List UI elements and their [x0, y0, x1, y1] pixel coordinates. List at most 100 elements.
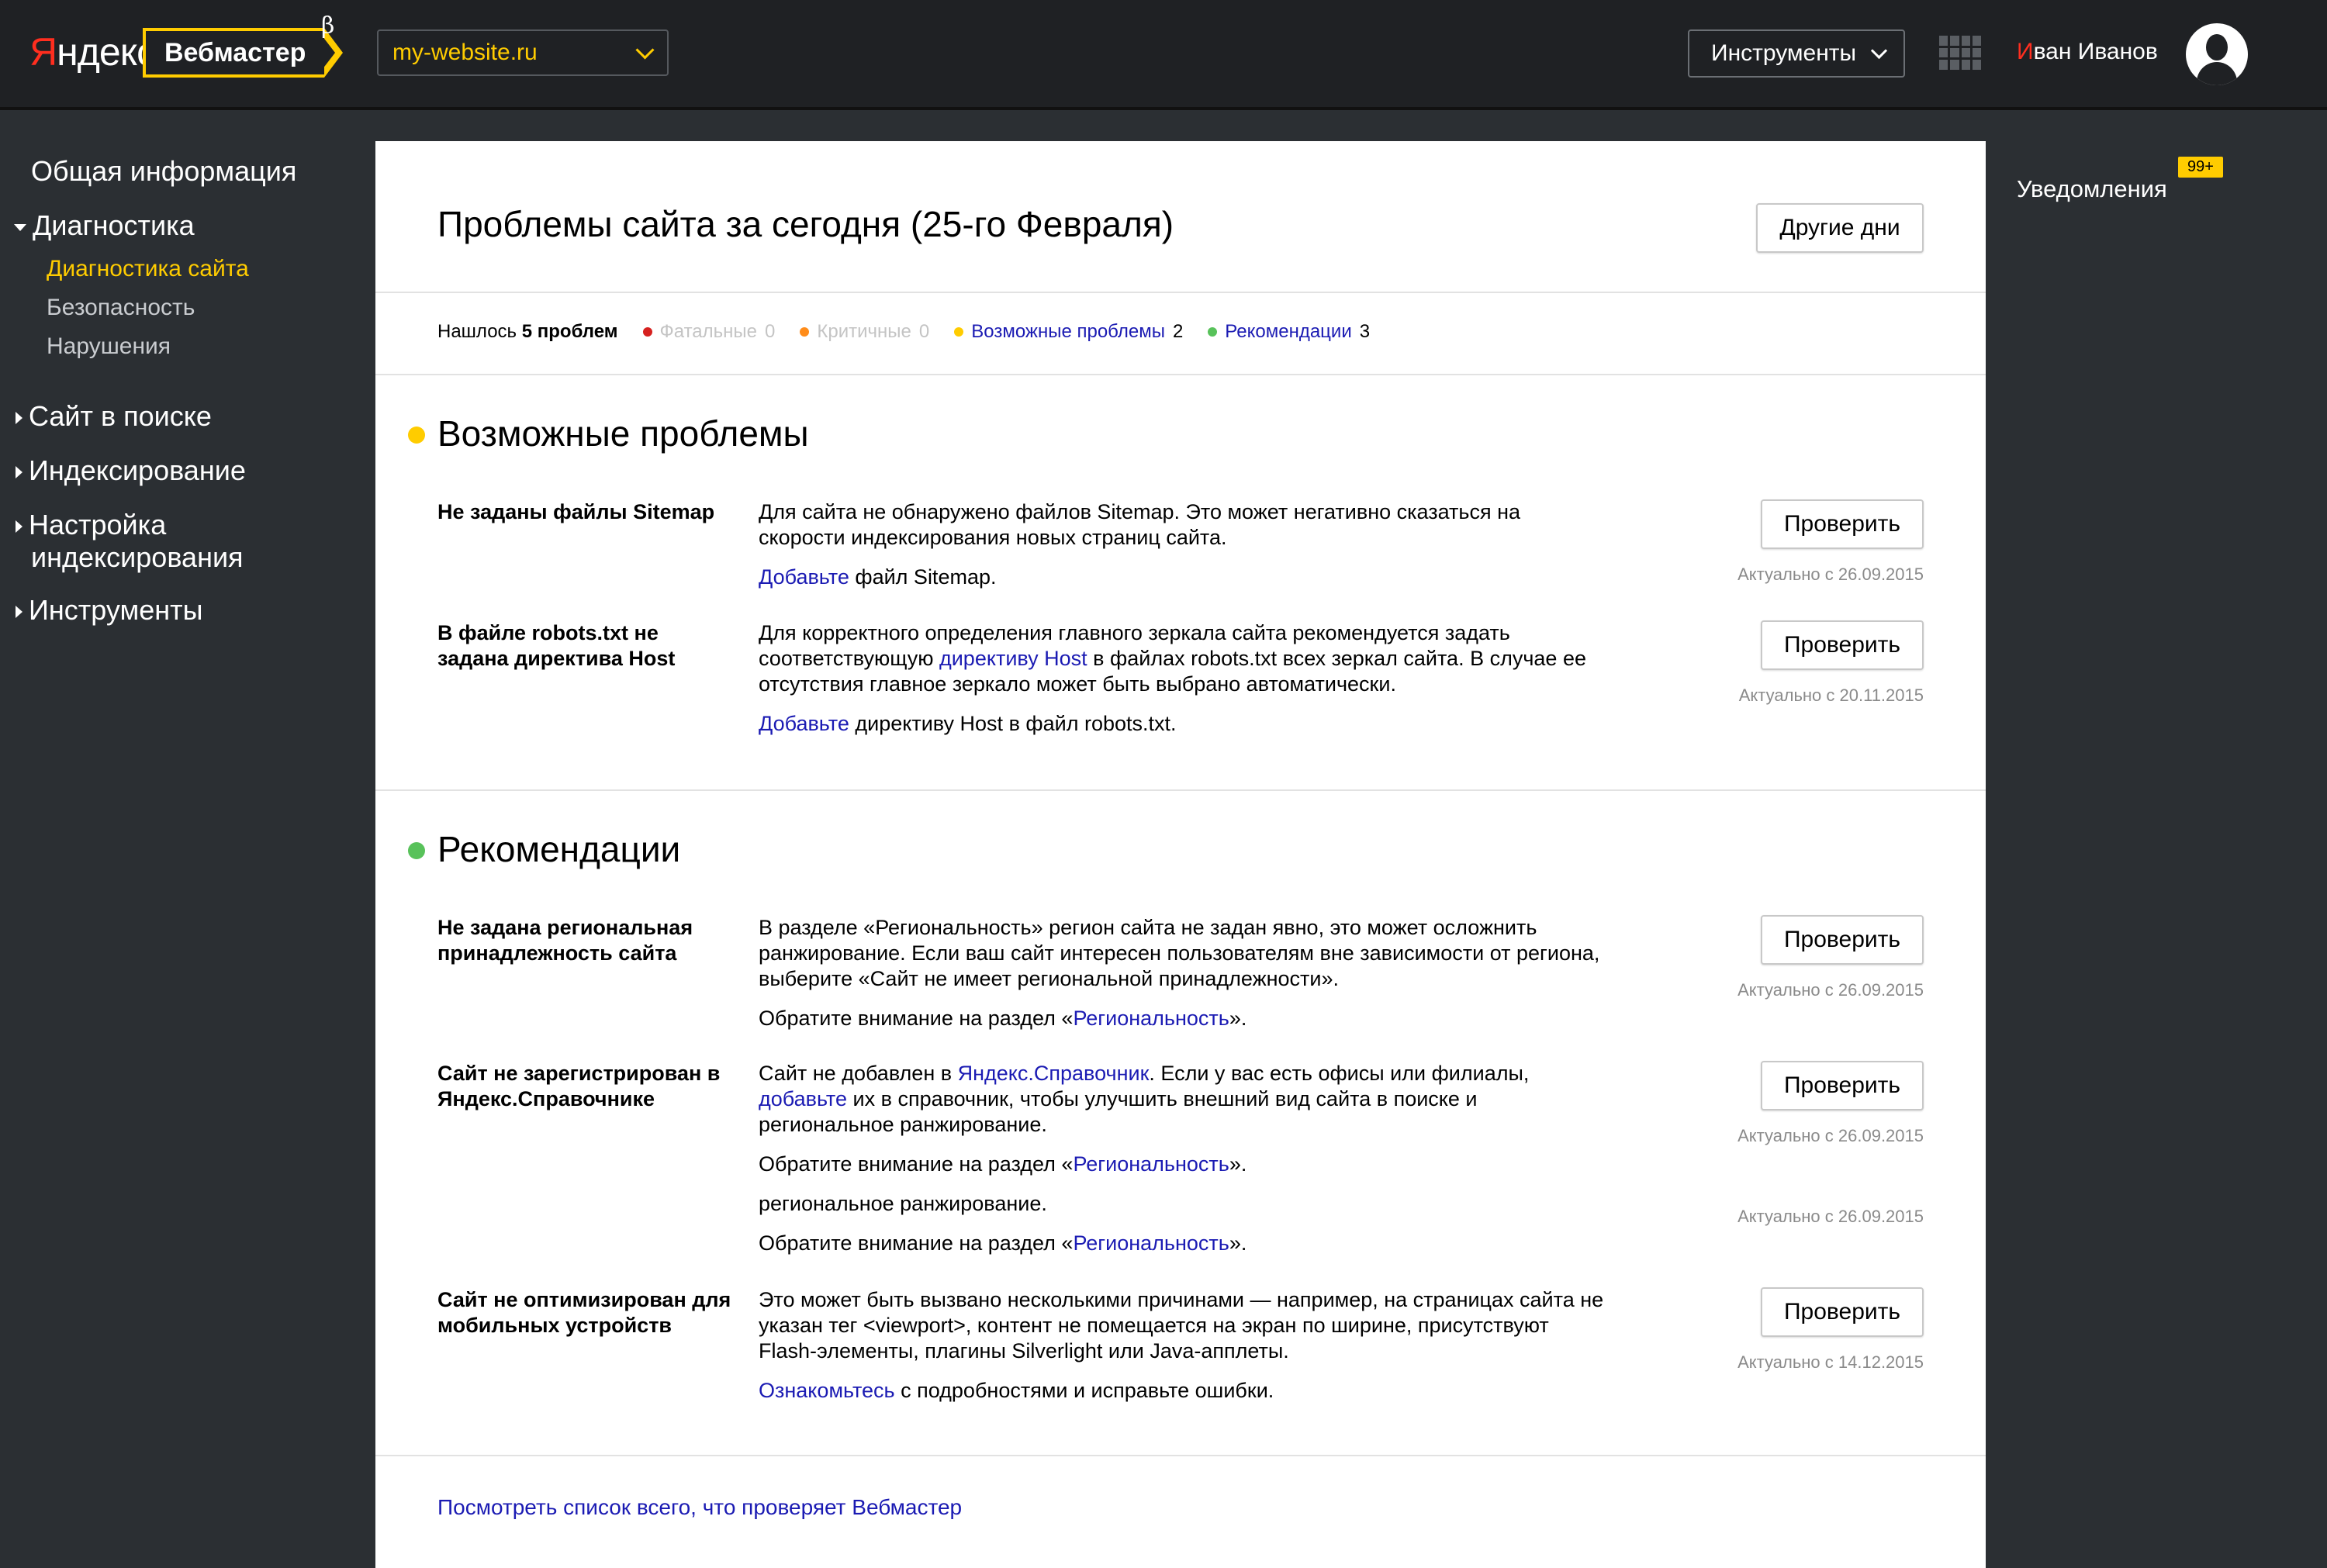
issue-action: Обратите внимание на раздел «Регионально… — [759, 1231, 1247, 1255]
caret-right-icon — [16, 606, 22, 619]
sidebar-item-tools[interactable]: Инструменты — [16, 594, 202, 627]
logo-rest: ндекс — [57, 30, 156, 74]
possible-problems-dot-icon — [408, 427, 425, 444]
sidebar-item-label: Инструменты — [29, 594, 203, 626]
critical-dot-icon — [800, 327, 810, 337]
regionality-link[interactable]: Региональность — [1073, 1231, 1229, 1255]
summary-recommendations-link[interactable]: Рекомендации — [1225, 321, 1351, 343]
sidebar-item-label: Диагностика — [33, 209, 195, 241]
issue-text: Для сайта не обнаружено файлов Sitemap. … — [759, 500, 1521, 549]
site-selector-value: my-website.ru — [392, 40, 538, 65]
webmaster-logo-label: Вебмастер — [143, 28, 325, 78]
host-directive-link[interactable]: директиву Host — [939, 647, 1087, 670]
add-sitemap-link[interactable]: Добавьте — [759, 565, 849, 589]
other-days-button[interactable]: Другие дни — [1756, 203, 1924, 253]
issue-text: Это может быть вызвано несколькими причи… — [759, 1288, 1604, 1363]
summary-possible-link[interactable]: Возможные проблемы — [971, 321, 1165, 343]
sidebar-item-label: Сайт в поиске — [29, 400, 212, 432]
add-host-link[interactable]: Добавьте — [759, 712, 849, 735]
section-title-recommendations: Рекомендации — [437, 829, 681, 869]
sidebar-item-label: Индексирование — [29, 454, 246, 486]
site-selector[interactable]: my-website.ru — [377, 29, 669, 76]
caret-right-icon — [16, 466, 22, 479]
services-grid-icon[interactable] — [1939, 36, 1981, 70]
check-button[interactable]: Проверить — [1761, 915, 1924, 965]
notifications-badge: 99+ — [2178, 157, 2223, 178]
user-name[interactable]: Иван Иванов — [2017, 39, 2158, 65]
sidebar-item-label: Настройка — [29, 509, 167, 541]
check-button[interactable]: Проверить — [1761, 499, 1924, 549]
check-button[interactable]: Проверить — [1761, 1061, 1924, 1110]
add-to-directory-link[interactable]: добавьте — [759, 1087, 847, 1110]
issue-action: Добавьте директиву Host в файл robots.tx… — [759, 712, 1177, 735]
user-avatar-icon[interactable] — [2186, 23, 2248, 85]
issue-title: Не задана региональная принадлежность са… — [437, 916, 693, 965]
regionality-link[interactable]: Региональность — [1073, 1152, 1229, 1176]
summary-category-label: Критичные — [817, 321, 911, 342]
webmaster-logo[interactable]: Вебмастер — [143, 28, 344, 78]
fatal-dot-icon — [642, 327, 652, 337]
issue-text: Сайт не добавлен в Яндекс.Справочник. Ес… — [759, 1062, 1530, 1136]
main-panel: Проблемы сайта за сегодня (25-го Февраля… — [375, 141, 1986, 1568]
issue-action: Обратите внимание на раздел «Регионально… — [759, 1007, 1247, 1030]
sidebar-item-indexing-settings[interactable]: Настройка индексирования — [16, 509, 244, 574]
issue-title: В файле robots.txt не задана директива H… — [437, 621, 676, 670]
summary-category-count: 3 — [1359, 321, 1371, 342]
summary-category-label: Фатальные — [659, 321, 758, 342]
actual-since: Актуально с 26.09.2015 — [1737, 980, 1924, 1000]
problems-summary: Нашлось 5 проблем Фатальные 0 Критичные 0 … — [437, 321, 1370, 343]
summary-category-count: 0 — [765, 321, 776, 342]
yandex-directory-link[interactable]: Яндекс.Справочник — [958, 1062, 1150, 1085]
issue-action: Обратите внимание на раздел «Регионально… — [759, 1152, 1247, 1176]
summary-critical: Критичные 0 — [800, 321, 929, 343]
issue-description: В разделе «Региональность» регион сайта … — [759, 915, 1612, 1031]
divider — [375, 374, 1986, 375]
summary-category-count: 0 — [918, 321, 930, 342]
sidebar-subitem-site-diagnostics[interactable]: Диагностика сайта — [47, 256, 249, 282]
actual-since: Актуально с 26.09.2015 — [1737, 565, 1924, 584]
issue-text: региональное ранжирование. — [759, 1192, 1047, 1215]
summary-category-count: 2 — [1172, 321, 1184, 342]
full-checklist-link[interactable]: Посмотреть список всего, что проверяет В… — [437, 1495, 962, 1520]
logo-first-letter: Я — [29, 30, 57, 74]
actual-since: Актуально с 26.09.2015 — [1737, 1126, 1924, 1145]
summary-recommendations: Рекомендации 3 — [1208, 321, 1370, 343]
actual-since: Актуально с 26.09.2015 — [1737, 1207, 1924, 1226]
tools-dropdown[interactable]: Инструменты — [1688, 29, 1905, 78]
regionality-link[interactable]: Региональность — [1073, 1007, 1229, 1030]
chevron-down-icon — [635, 40, 655, 60]
check-button[interactable]: Проверить — [1761, 620, 1924, 670]
notifications-link[interactable]: Уведомления — [2017, 175, 2167, 203]
sidebar-item-general[interactable]: Общая информация — [31, 155, 296, 188]
issue-title: Сайт не оптимизирован для мобильных устр… — [437, 1288, 731, 1337]
user-name-rest: ван Иванов — [2033, 39, 2158, 64]
yandex-logo[interactable]: Яндекс — [29, 29, 156, 74]
sidebar-item-site-in-search[interactable]: Сайт в поиске — [16, 400, 212, 433]
recommendations-dot-icon — [408, 842, 425, 859]
issue-description: Сайт не добавлен в Яндекс.Справочник. Ес… — [759, 1061, 1612, 1256]
actual-since: Актуально с 14.12.2015 — [1737, 1352, 1924, 1372]
check-button[interactable]: Проверить — [1761, 1287, 1924, 1337]
summary-fatal: Фатальные 0 — [642, 321, 776, 343]
issue-text: Для корректного определения главного зер… — [759, 621, 1586, 696]
summary-found: Нашлось 5 проблем — [437, 321, 618, 342]
user-name-first-letter: И — [2017, 39, 2034, 64]
sidebar-subitem-security[interactable]: Безопасность — [47, 295, 195, 321]
divider — [375, 1455, 1986, 1456]
learn-more-link[interactable]: Ознакомьтесь — [759, 1379, 895, 1402]
recommendation-dot-icon — [1208, 327, 1218, 337]
possible-dot-icon — [954, 327, 964, 337]
sidebar-subitem-violations[interactable]: Нарушения — [47, 333, 171, 360]
sidebar-item-indexing[interactable]: Индексирование — [16, 454, 246, 487]
caret-right-icon — [16, 412, 22, 425]
tools-dropdown-label: Инструменты — [1711, 40, 1857, 66]
caret-right-icon — [16, 520, 22, 534]
caret-down-icon — [14, 223, 26, 231]
issue-title: Сайт не зарегистрирован в Яндекс.Справоч… — [437, 1062, 721, 1110]
top-header: Яндекс Вебмастер β my-website.ru Инструм… — [0, 0, 2327, 110]
issue-description: Для корректного определения главного зер… — [759, 620, 1612, 737]
issue-action: Добавьте файл Sitemap. — [759, 565, 997, 589]
summary-possible: Возможные проблемы 2 — [954, 321, 1183, 343]
sidebar-item-diagnostics[interactable]: Диагностика — [14, 209, 195, 242]
issue-title: Не заданы файлы Sitemap — [437, 500, 715, 523]
